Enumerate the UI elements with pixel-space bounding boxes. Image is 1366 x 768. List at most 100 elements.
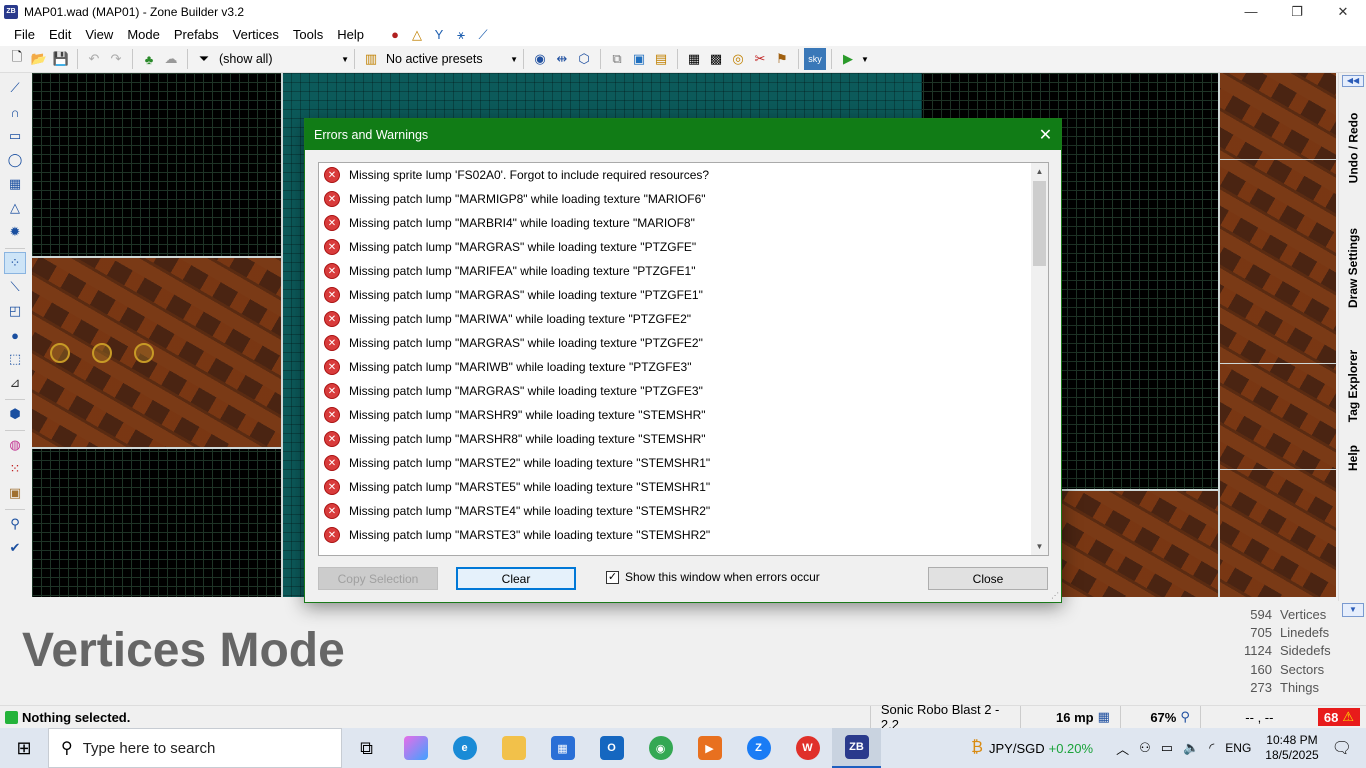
things-filter-icon[interactable]: ⁙ [4, 458, 26, 480]
tab-draw-settings[interactable]: Draw Settings [1339, 213, 1366, 323]
dialog-close-button[interactable]: Close [928, 567, 1048, 590]
check-icon[interactable]: ✔ [4, 537, 26, 559]
error-row[interactable]: ✕ Missing patch lump "MARSHR9" while load… [319, 403, 1048, 427]
snap-grid-icon[interactable]: ▩ [705, 48, 727, 70]
grid-size[interactable]: 16 mp ▦ [1019, 706, 1120, 728]
error-row[interactable]: ✕ Missing patch lump "MARSTE3" while load… [319, 523, 1048, 547]
show-window-checkbox[interactable]: ✓ Show this window when errors occur [606, 570, 820, 584]
scroll-down-icon[interactable]: ▼ [1031, 538, 1048, 555]
things-mode-icon[interactable]: ● [4, 324, 26, 346]
draw-polygon-icon[interactable]: △ [4, 197, 26, 219]
paste-props-icon[interactable]: ▣ [628, 48, 650, 70]
start-button[interactable]: ⊞ [0, 728, 48, 768]
map-thing[interactable] [92, 343, 112, 363]
language-indicator[interactable]: ENG [1225, 741, 1251, 755]
errors-list[interactable]: ✕ Missing sprite lump 'FS02A0'. Forgot to… [318, 162, 1049, 556]
store-icon[interactable]: ▦ [538, 728, 587, 768]
edit-area-icon[interactable]: ⊿ [4, 372, 26, 394]
sky-icon[interactable]: sky [804, 48, 826, 70]
error-count-badge[interactable]: 68 ⚠ [1317, 708, 1360, 726]
tab-undo-redo[interactable]: Undo / Redo [1339, 93, 1366, 203]
play-icon[interactable]: ▶ [837, 48, 859, 70]
triangle-tool-icon[interactable]: △ [409, 27, 425, 43]
copy-props-icon[interactable]: ⧉ [606, 48, 628, 70]
save-map-icon[interactable]: 💾 [50, 48, 72, 70]
grid-icon[interactable]: ▦ [683, 48, 705, 70]
dialog-close-icon[interactable]: ✕ [1030, 119, 1061, 150]
texture-browser-icon[interactable]: ▣ [4, 482, 26, 504]
menu-view[interactable]: View [78, 23, 120, 46]
view-brightness-icon[interactable]: ⇹ [551, 48, 573, 70]
zoom-app-icon[interactable]: Z [734, 728, 783, 768]
view-floors-icon[interactable]: ⬡ [573, 48, 595, 70]
clock[interactable]: 10:48 PM 18/5/2025 [1265, 733, 1318, 763]
draw-lines-icon[interactable]: ⟋ [4, 77, 26, 99]
zone-builder-taskbar-icon[interactable]: ZB [832, 728, 881, 768]
error-row[interactable]: ✕ Missing patch lump "MARGRAS" while load… [319, 235, 1048, 259]
menu-help[interactable]: Help [330, 23, 371, 46]
close-window-button[interactable]: ✕ [1320, 0, 1366, 23]
map-thing[interactable] [50, 343, 70, 363]
error-row[interactable]: ✕ Missing patch lump "MARIFEA" while load… [319, 259, 1048, 283]
clear-button[interactable]: Clear [456, 567, 576, 590]
dock-collapse-button[interactable]: ◀◀ [1342, 75, 1364, 87]
select-mode-icon[interactable]: ⬚ [4, 348, 26, 370]
tab-tag-explorer[interactable]: Tag Explorer [1339, 331, 1366, 441]
open-map-icon[interactable]: 📂 [28, 48, 50, 70]
maximize-button[interactable]: ❐ [1274, 0, 1320, 23]
notifications-icon[interactable]: 🗨 [1332, 738, 1352, 758]
menu-edit[interactable]: Edit [42, 23, 78, 46]
error-row[interactable]: ✕ Missing patch lump "MARGRAS" while load… [319, 379, 1048, 403]
test-icon[interactable]: ⚑ [771, 48, 793, 70]
linedef-tool-icon[interactable]: ⟋ [475, 27, 491, 43]
copilot-icon[interactable] [391, 728, 440, 768]
scroll-up-icon[interactable]: ▲ [1031, 163, 1048, 180]
new-map-icon[interactable]: 🗋 [6, 48, 28, 70]
find-icon[interactable]: ⚲ [4, 513, 26, 535]
error-row[interactable]: ✕ Missing patch lump "MARSTE4" while load… [319, 499, 1048, 523]
error-row[interactable]: ✕ Missing patch lump "MARGRAS" while load… [319, 331, 1048, 355]
edge-icon[interactable]: e [440, 728, 489, 768]
error-row[interactable]: ✕ Missing patch lump "MARBRI4" while load… [319, 211, 1048, 235]
things-filter-dropdown[interactable]: (show all) ▼ [219, 48, 349, 70]
tree-gray-icon[interactable]: ☁ [160, 48, 182, 70]
minimize-button[interactable]: — [1228, 0, 1274, 23]
vertices-mode-icon[interactable]: ⁘ [4, 252, 26, 274]
battery-icon[interactable]: ▭ [1161, 740, 1173, 756]
volume-icon[interactable]: 🔈 [1183, 740, 1199, 756]
sectors-mode-icon[interactable]: ◰ [4, 300, 26, 322]
error-row[interactable]: ✕ Missing patch lump "MARSHR8" while load… [319, 427, 1048, 451]
media-player-icon[interactable]: ▶ [685, 728, 734, 768]
scroll-thumb[interactable] [1033, 181, 1046, 266]
taskbar-search-box[interactable]: ⚲ Type here to search [48, 728, 342, 768]
error-row[interactable]: ✕ Missing patch lump "MARIWA" while loadi… [319, 307, 1048, 331]
thing-tool-icon[interactable]: ● [387, 27, 403, 43]
zoom-level[interactable]: 67% ⚲ [1119, 706, 1200, 728]
error-row[interactable]: ✕ Missing sprite lump 'FS02A0'. Forgot to… [319, 163, 1048, 187]
view-normal-icon[interactable]: ◉ [529, 48, 551, 70]
wps-office-icon[interactable]: W [783, 728, 832, 768]
undo-icon[interactable]: ↶ [83, 48, 105, 70]
menu-vertices[interactable]: Vertices [226, 23, 286, 46]
tree-icon[interactable]: ♣ [138, 48, 160, 70]
outlook-icon[interactable]: O [587, 728, 636, 768]
currency-label[interactable]: JPY/SGD [989, 741, 1045, 756]
error-row[interactable]: ✕ Missing patch lump "MARIWB" while loadi… [319, 355, 1048, 379]
chevron-down-icon[interactable]: ▼ [859, 48, 871, 70]
merge-icon[interactable]: ◎ [727, 48, 749, 70]
task-view-icon[interactable]: ⧉ [342, 728, 391, 768]
visual-mode-icon[interactable]: ⬢ [4, 403, 26, 425]
error-row[interactable]: ✕ Missing patch lump "MARGRAS" while load… [319, 283, 1048, 307]
menu-mode[interactable]: Mode [120, 23, 167, 46]
tab-help[interactable]: Help [1339, 433, 1366, 483]
info-panel-collapse-button[interactable]: ▼ [1342, 603, 1364, 617]
errors-scrollbar[interactable]: ▲ ▼ [1031, 163, 1048, 555]
menu-tools[interactable]: Tools [286, 23, 330, 46]
menu-prefabs[interactable]: Prefabs [167, 23, 226, 46]
chevron-up-icon[interactable]: ︿ [1116, 739, 1129, 758]
error-row[interactable]: ✕ Missing patch lump "MARSTE5" while load… [319, 475, 1048, 499]
sector-tool-icon[interactable]: ⚹ [453, 27, 469, 43]
draw-rectangle-icon[interactable]: ▭ [4, 125, 26, 147]
vertex-tool-icon[interactable]: Y [431, 27, 447, 43]
paste-special-icon[interactable]: ▤ [650, 48, 672, 70]
